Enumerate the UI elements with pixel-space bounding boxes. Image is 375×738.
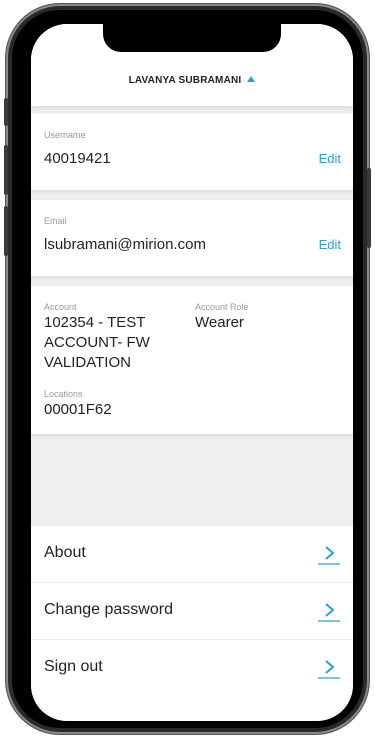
account-value: 102354 - TEST ACCOUNT- FW VALIDATION: [44, 313, 150, 373]
settings-menu: About Change password Sign out: [31, 526, 353, 721]
account-line: VALIDATION: [44, 354, 131, 371]
user-name: LAVANYA SUBRAMANI: [128, 75, 242, 86]
chevron-right-icon[interactable]: [317, 656, 341, 680]
locations-label: Locations: [44, 389, 83, 399]
caret-up-icon[interactable]: [247, 76, 256, 82]
account-role-value: Wearer: [195, 314, 244, 331]
account-line: 102354 - TEST: [44, 314, 146, 331]
app-screen: LAVANYA SUBRAMANI Username 40019421 Edit…: [31, 24, 353, 721]
user-name-toggle[interactable]: LAVANYA SUBRAMANI: [31, 75, 353, 86]
username-card: Username 40019421 Edit: [31, 114, 353, 190]
power-button: [367, 168, 371, 248]
menu-item-label: Change password: [44, 601, 173, 618]
menu-item-sign-out[interactable]: Sign out: [31, 640, 353, 697]
volume-up-button: [4, 145, 8, 195]
menu-item-label: About: [44, 544, 86, 561]
account-label: Account: [44, 302, 77, 312]
edit-email-link[interactable]: Edit: [319, 237, 341, 252]
account-card: Account 102354 - TEST ACCOUNT- FW VALIDA…: [31, 286, 353, 434]
menu-item-about[interactable]: About: [31, 526, 353, 583]
volume-down-button: [4, 206, 8, 256]
menu-item-label: Sign out: [44, 658, 103, 675]
locations-value: 00001F62: [44, 401, 112, 418]
mute-switch: [4, 98, 8, 126]
email-value: lsubramani@mirion.com: [44, 236, 206, 253]
username-value: 40019421: [44, 150, 111, 167]
username-label: Username: [44, 130, 86, 140]
chevron-right-icon[interactable]: [317, 599, 341, 623]
notch: [103, 24, 281, 52]
chevron-right-icon[interactable]: [317, 542, 341, 566]
email-card: Email lsubramani@mirion.com Edit: [31, 200, 353, 276]
account-line: ACCOUNT- FW: [44, 334, 150, 351]
edit-username-link[interactable]: Edit: [319, 151, 341, 166]
menu-item-change-password[interactable]: Change password: [31, 583, 353, 640]
email-label: Email: [44, 216, 67, 226]
account-role-label: Account Role: [195, 302, 249, 312]
